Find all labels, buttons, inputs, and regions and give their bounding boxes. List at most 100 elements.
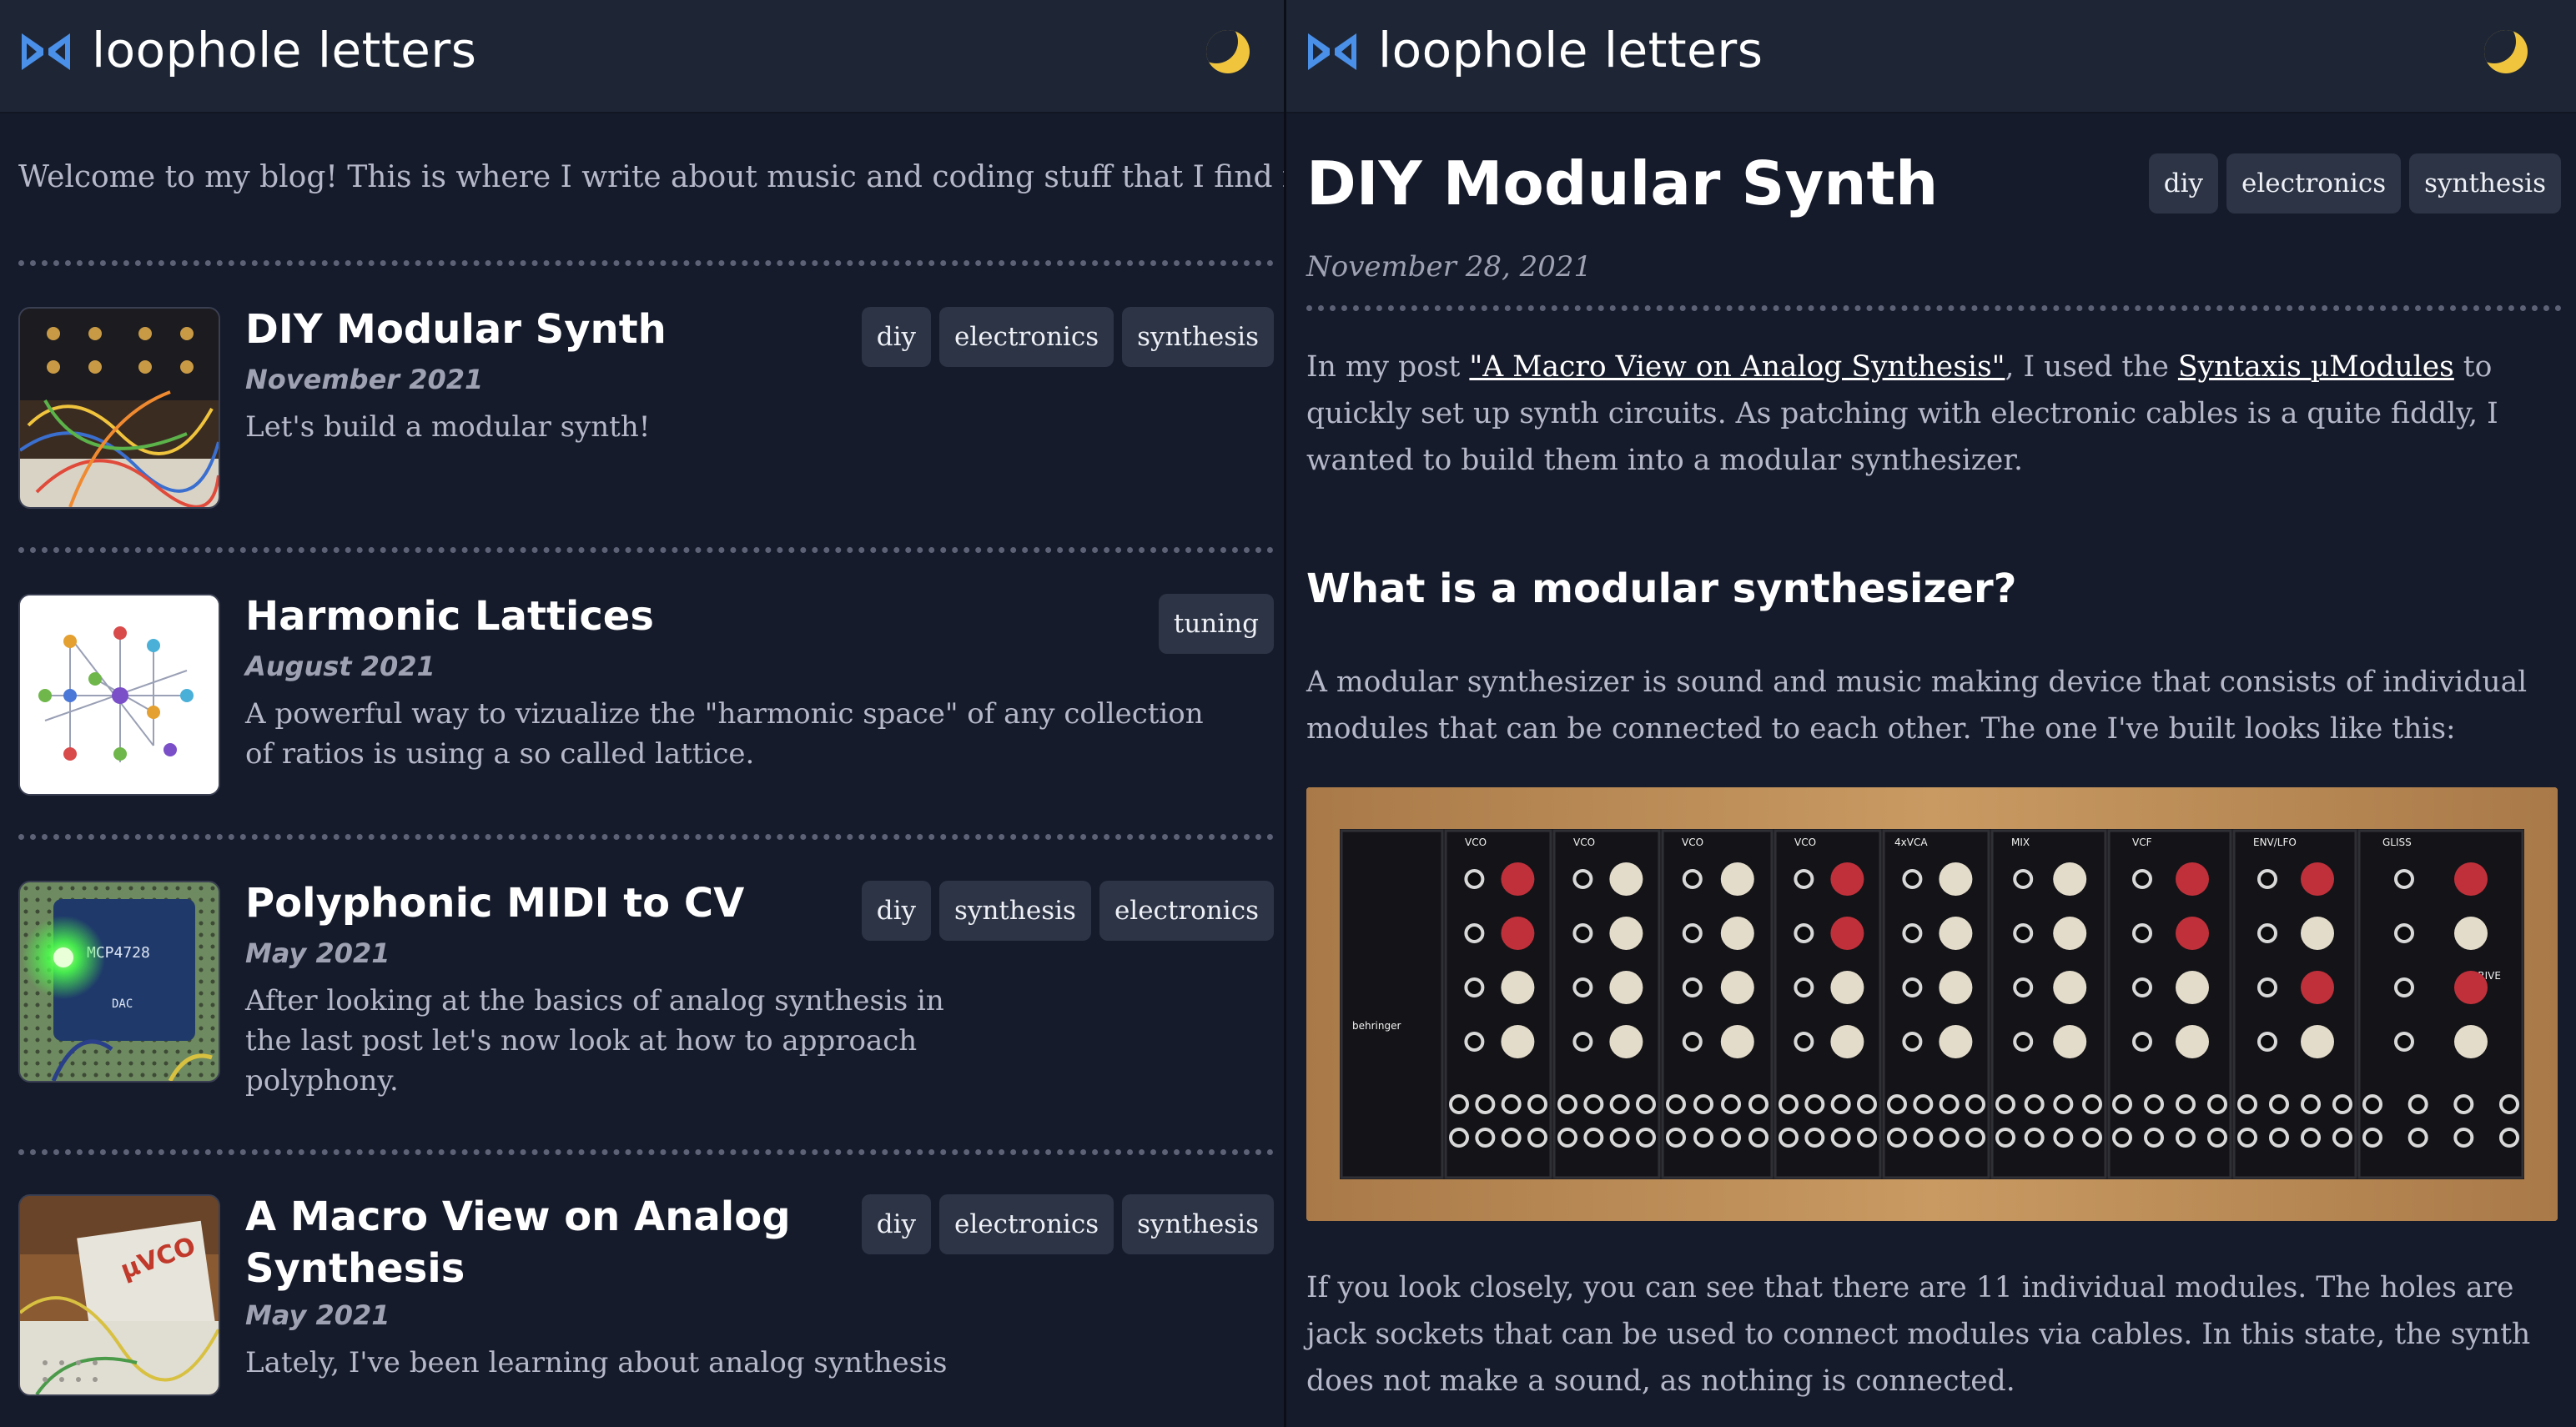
tag-electronics[interactable]: electronics xyxy=(939,307,1114,367)
synth-jack xyxy=(1939,1094,1960,1114)
article-tags: diy electronics synthesis xyxy=(2148,153,2561,214)
synth-jack xyxy=(1913,1128,1934,1148)
intro-paragraph: In my post "A Macro View on Analog Synth… xyxy=(1306,344,2562,484)
post-description: Lately, I've been learning about analog … xyxy=(245,1346,948,1379)
synth-knob xyxy=(1609,1025,1643,1058)
synth-knob xyxy=(1939,971,1973,1004)
dotted-divider xyxy=(1306,305,2562,311)
module-label: GLISS xyxy=(2382,837,2412,848)
tag-diy[interactable]: diy xyxy=(861,1194,932,1254)
synth-jack xyxy=(2013,869,2034,889)
syntaxis-link[interactable]: Syntaxis µModules xyxy=(2178,350,2454,384)
synth-knob xyxy=(2301,917,2334,950)
synth-jack xyxy=(2053,1128,2074,1148)
synth-jack xyxy=(1965,1128,1985,1148)
post-card[interactable]: µVCO A Macro View on Analog Synthesis Ma… xyxy=(18,1191,1274,1427)
synth-jack xyxy=(2499,1094,2519,1114)
synth-jack xyxy=(1995,1094,2015,1114)
post-title[interactable]: A Macro View on Analog Synthesis xyxy=(245,1191,791,1294)
synth-knob xyxy=(2301,862,2334,896)
tag-diy[interactable]: diy xyxy=(861,881,932,941)
tag-electronics[interactable]: electronics xyxy=(1099,881,1274,941)
dotted-divider xyxy=(18,1149,1274,1155)
post-thumbnail[interactable] xyxy=(18,307,220,509)
moon-icon[interactable] xyxy=(2484,30,2528,73)
thumb-chip-label: DAC xyxy=(112,997,133,1011)
tag-synthesis[interactable]: synthesis xyxy=(939,881,1091,941)
tag-diy[interactable]: diy xyxy=(2148,153,2219,214)
paragraph: A modular synthesizer is sound and music… xyxy=(1306,666,2528,746)
tag-synthesis[interactable]: synthesis xyxy=(1122,1194,1274,1254)
synth-jack xyxy=(1682,1032,1703,1052)
post-thumbnail[interactable]: µVCO xyxy=(18,1194,220,1396)
synth-knob xyxy=(2053,1025,2087,1058)
tag-tuning[interactable]: tuning xyxy=(1158,594,1274,654)
synth-jack xyxy=(2082,1128,2102,1148)
blog-index-screen: loophole letters Welcome to my blog! Thi… xyxy=(0,0,1286,1427)
synth-jack xyxy=(1887,1128,1907,1148)
post-title[interactable]: Polyphonic MIDI to CV xyxy=(245,877,744,929)
synth-jack xyxy=(1779,1094,1799,1114)
macro-view-link[interactable]: "A Macro View on Analog Synthesis" xyxy=(1469,350,2005,384)
synth-knob xyxy=(2454,862,2488,896)
article-title: DIY Modular Synth xyxy=(1306,148,1939,219)
synth-knob xyxy=(1939,1025,1973,1058)
synth-jack xyxy=(2112,1094,2132,1114)
title-line: A Macro View on Analog xyxy=(245,1193,791,1240)
article-date: November 28, 2021 xyxy=(1306,250,1592,284)
bowtie-logo-icon[interactable] xyxy=(1305,30,1360,73)
synth-jack xyxy=(2362,1128,2382,1148)
synth-jack xyxy=(1475,1094,1496,1114)
tag-synthesis[interactable]: synthesis xyxy=(1122,307,1274,367)
moon-icon[interactable] xyxy=(1206,30,1250,73)
site-title[interactable]: loophole letters xyxy=(92,22,476,78)
synth-jack xyxy=(2176,1128,2196,1148)
synth-jack xyxy=(2013,1032,2034,1052)
synth-jack xyxy=(2257,923,2277,943)
post-date: November 2021 xyxy=(245,364,484,395)
bowtie-logo-icon[interactable] xyxy=(18,30,73,73)
synth-jack xyxy=(2332,1128,2352,1148)
post-title[interactable]: Harmonic Lattices xyxy=(245,590,654,642)
tag-synthesis[interactable]: synthesis xyxy=(2409,153,2561,214)
synth-knob xyxy=(2454,1025,2488,1058)
module-label: behringer xyxy=(1352,1020,1401,1032)
tag-diy[interactable]: diy xyxy=(861,307,932,367)
dotted-divider xyxy=(18,547,1274,553)
synth-jack xyxy=(1572,977,1593,997)
synth-jack xyxy=(1804,1094,1825,1114)
synth-knob xyxy=(1939,862,1973,896)
synth-jack xyxy=(2024,1094,2045,1114)
section-heading: What is a modular synthesizer? xyxy=(1306,565,2017,612)
post-card[interactable]: MCP4728 DAC Polyphonic MIDI to CV May 20… xyxy=(18,880,1274,1123)
synth-knob xyxy=(2176,1025,2209,1058)
description-line: After looking at the basics of analog sy… xyxy=(245,984,944,1017)
site-title[interactable]: loophole letters xyxy=(1378,22,1763,78)
synth-jack xyxy=(1682,869,1703,889)
synth-knob xyxy=(2454,971,2488,1004)
tag-electronics[interactable]: electronics xyxy=(2226,153,2402,214)
synth-jack xyxy=(1636,1094,1656,1114)
post-card[interactable]: DIY Modular Synth November 2021 Let's bu… xyxy=(18,304,1274,509)
synth-jack xyxy=(2407,1094,2428,1114)
synth-knob xyxy=(1939,917,1973,950)
post-thumbnail[interactable] xyxy=(18,594,220,796)
post-tags: diy electronics synthesis xyxy=(861,307,1274,367)
synth-knob xyxy=(2176,862,2209,896)
intro-text: , I used the xyxy=(2005,350,2178,384)
tag-electronics[interactable]: electronics xyxy=(939,1194,1114,1254)
post-card[interactable]: Harmonic Lattices August 2021 A powerful… xyxy=(18,593,1274,796)
synth-jack xyxy=(1501,1128,1522,1148)
synth-knob xyxy=(2301,1025,2334,1058)
synth-jack xyxy=(1804,1128,1825,1148)
synth-knob xyxy=(2053,862,2087,896)
synth-jack xyxy=(1583,1094,1604,1114)
synth-jack xyxy=(1682,977,1703,997)
post-thumbnail[interactable]: MCP4728 DAC xyxy=(18,881,220,1083)
synth-jack xyxy=(1721,1128,1741,1148)
synth-jack xyxy=(1857,1094,1877,1114)
post-title[interactable]: DIY Modular Synth xyxy=(245,304,667,355)
module-label: VCO xyxy=(1794,837,1816,848)
synth-jack xyxy=(1501,1094,1522,1114)
synth-jack xyxy=(1464,1032,1485,1052)
